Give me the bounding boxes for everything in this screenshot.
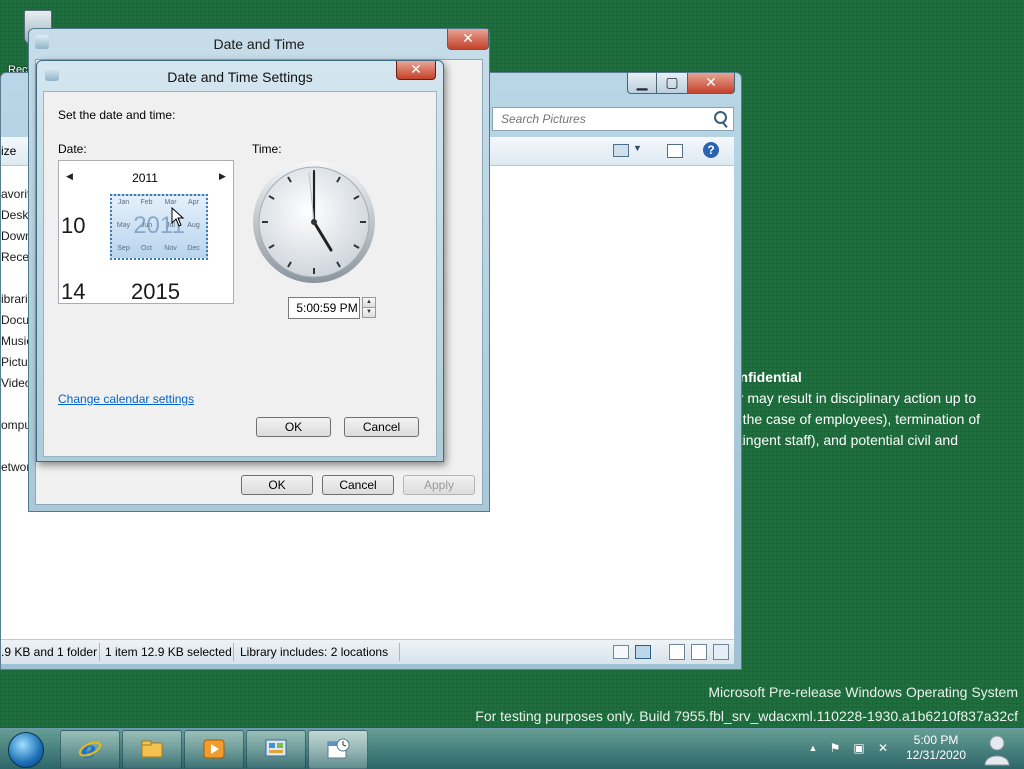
settings-close-button[interactable]: ✕: [396, 61, 436, 80]
taskbar-media-player[interactable]: [184, 730, 244, 769]
calendar-selected-year-text: 2011: [133, 212, 185, 239]
search-box[interactable]: [492, 107, 734, 131]
settings-ok-button[interactable]: OK: [256, 417, 331, 437]
settings-title: Date and Time Settings: [167, 69, 313, 85]
folder-icon: [141, 740, 163, 758]
chevron-down-icon[interactable]: ▼: [633, 143, 642, 153]
date-time-cancel-button[interactable]: Cancel: [322, 475, 394, 495]
taskbar-date-time[interactable]: [308, 730, 368, 769]
start-button[interactable]: [2, 730, 48, 768]
calendar-left-number-bottom: 14: [61, 279, 86, 304]
confidential-line-3: ntingent staff), and potential civil and: [731, 432, 959, 448]
time-field[interactable]: [288, 297, 362, 319]
calendar-prev-icon[interactable]: ◀: [66, 171, 73, 182]
user-avatar-button[interactable]: [974, 730, 1018, 767]
date-time-settings-dialog: Date and Time Settings ✕ Set the date an…: [36, 60, 444, 462]
internet-explorer-icon: e: [78, 737, 102, 761]
user-icon: [984, 735, 1010, 766]
volume-muted-icon[interactable]: ✕: [876, 741, 890, 755]
view-options-icon[interactable]: [613, 144, 629, 157]
control-panel-icon: [265, 739, 287, 757]
preview-pane-icon[interactable]: [667, 144, 683, 158]
organize-menu[interactable]: ize: [1, 144, 16, 158]
time-label: Time:: [252, 142, 282, 156]
svg-text:e: e: [81, 737, 96, 761]
mouse-cursor-icon: [171, 207, 185, 227]
date-time-ok-button[interactable]: OK: [241, 475, 313, 495]
calendar-left-number-top: 10: [61, 213, 86, 238]
layout-icon-2[interactable]: [691, 644, 707, 660]
date-time-apply-button[interactable]: Apply: [403, 475, 475, 495]
analog-clock-icon: [253, 161, 375, 283]
watermark-line-1: Microsoft Pre-release Windows Operating …: [708, 684, 1018, 700]
status-selected: 1 item 12.9 KB selected: [105, 645, 232, 659]
windows-orb-icon: [8, 732, 44, 768]
date-time-title: Date and Time: [213, 36, 305, 52]
media-player-icon: [203, 739, 225, 759]
date-time-close-button[interactable]: ✕: [447, 29, 489, 50]
confidential-line-1: er may result in disciplinary action up …: [731, 390, 977, 406]
calendar-next-icon[interactable]: ▶: [219, 171, 226, 182]
status-library: Library includes: 2 locations: [240, 645, 389, 659]
calendar-year-header[interactable]: 2011: [119, 171, 171, 185]
action-center-flag-icon[interactable]: ⚑: [828, 741, 842, 755]
confidential-line-2: n the case of employees), termination of: [731, 411, 981, 427]
help-icon[interactable]: ?: [703, 142, 719, 158]
settings-cancel-button[interactable]: Cancel: [344, 417, 419, 437]
taskbar-date: 12/31/2020: [905, 748, 967, 762]
details-view-icon[interactable]: [613, 645, 629, 659]
taskbar: e ▲ ⚑ ▣ ✕ 5:00 PM 12/31/2020: [0, 728, 1024, 769]
time-spinner[interactable]: ▲ ▼: [362, 297, 376, 318]
status-bar: .9 KB and 1 folder 1 item 12.9 KB select…: [1, 639, 734, 664]
network-icon[interactable]: ▣: [852, 741, 866, 755]
status-size: .9 KB and 1 folder: [1, 645, 98, 659]
search-input[interactable]: [499, 111, 713, 127]
minimize-button[interactable]: ▁: [627, 73, 657, 94]
taskbar-control-panel[interactable]: [246, 730, 306, 769]
maximize-button[interactable]: ▢: [656, 73, 688, 94]
time-down-icon[interactable]: ▼: [362, 307, 376, 318]
taskbar-windows-explorer[interactable]: [122, 730, 182, 769]
change-calendar-settings-link[interactable]: Change calendar settings: [58, 392, 194, 406]
time-input[interactable]: [292, 300, 362, 316]
layout-icon-3[interactable]: [713, 644, 729, 660]
watermark-line-2: For testing purposes only. Build 7955.fb…: [475, 708, 1018, 724]
search-icon[interactable]: [714, 111, 727, 124]
settings-body: Set the date and time: Date: Time: ◀ 201…: [43, 91, 437, 457]
date-label: Date:: [58, 142, 87, 156]
taskbar-internet-explorer[interactable]: e: [60, 730, 120, 769]
taskbar-clock[interactable]: 5:00 PM 12/31/2020: [896, 733, 976, 763]
calendar-control[interactable]: ◀ 2011 ▶ 10 14 Jan Feb Mar Apr May Jun J…: [58, 160, 234, 304]
calendar-bottom-year[interactable]: 2015: [131, 279, 180, 305]
calendar-clock-icon: [327, 738, 350, 759]
thumbnail-view-icon[interactable]: [635, 645, 651, 659]
calendar-selected-year[interactable]: Jan Feb Mar Apr May Jun Jul Aug Sep Oct …: [110, 194, 208, 260]
taskbar-time: 5:00 PM: [913, 733, 959, 747]
explorer-close-button[interactable]: ✕: [687, 73, 735, 94]
instruction-text: Set the date and time:: [58, 108, 176, 122]
show-hidden-icons-icon[interactable]: ▲: [806, 741, 820, 755]
layout-icon-1[interactable]: [669, 644, 685, 660]
